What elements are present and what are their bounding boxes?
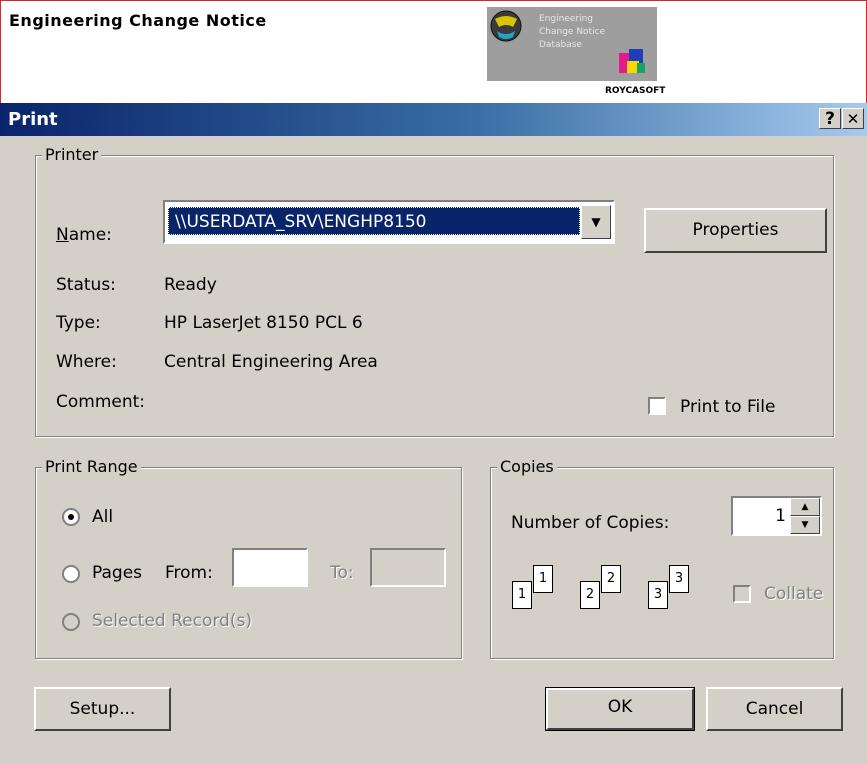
print-range-legend: Print Range: [42, 457, 141, 476]
dialog-title: Print: [8, 109, 58, 130]
printer-group: Printer: [35, 145, 834, 437]
radio-all[interactable]: [62, 508, 80, 526]
comment-label: Comment:: [56, 392, 146, 412]
copies-legend: Copies: [497, 457, 557, 476]
type-value: HP LaserJet 8150 PCL 6: [164, 313, 363, 333]
page-icon: 2: [601, 565, 621, 593]
to-label: To:: [330, 563, 354, 583]
collate-label[interactable]: Collate: [764, 584, 823, 604]
print-dialog: Print ? ✕ Printer Name: \\USERDATA_SRV\E…: [0, 103, 867, 764]
radio-selected-records[interactable]: [62, 613, 80, 631]
cancel-button[interactable]: Cancel: [706, 687, 843, 731]
app-logo: Engineering Change Notice Database: [487, 7, 657, 81]
globe-icon: [490, 10, 522, 42]
app-header: Engineering Change Notice Engineering Ch…: [0, 0, 867, 104]
page-icon: 1: [512, 581, 532, 609]
number-of-copies-label: Number of Copies:: [511, 513, 670, 533]
dialog-title-bar[interactable]: Print ? ✕: [0, 103, 867, 136]
copies-value: 1: [775, 506, 786, 526]
from-input[interactable]: [232, 548, 308, 587]
page-icon: 3: [669, 565, 689, 593]
collate-checkbox[interactable]: [733, 585, 751, 603]
from-label: From:: [165, 563, 213, 583]
radio-pages[interactable]: [62, 565, 80, 583]
radio-selected-dot: [68, 514, 74, 520]
logo-text: Engineering Change Notice Database: [539, 13, 605, 52]
name-label: Name:: [56, 225, 112, 245]
cancel-label: Cancel: [745, 699, 804, 719]
logo-line-1: Engineering: [539, 14, 593, 24]
to-input[interactable]: [370, 548, 446, 587]
name-label-rest: ame:: [68, 225, 112, 245]
radio-pages-label[interactable]: Pages: [92, 563, 142, 583]
close-icon: ✕: [846, 110, 860, 128]
close-button[interactable]: ✕: [842, 108, 864, 129]
where-value: Central Engineering Area: [164, 352, 378, 372]
dropdown-arrow-icon[interactable]: ▼: [581, 205, 611, 239]
type-label: Type:: [56, 313, 101, 333]
stepper-down-icon[interactable]: ▼: [790, 516, 820, 534]
page-icon: 3: [648, 581, 668, 609]
status-value: Ready: [164, 275, 217, 295]
properties-label: Properties: [692, 220, 779, 240]
radio-all-label[interactable]: All: [92, 507, 113, 527]
where-label: Where:: [56, 352, 117, 372]
logo-line-3: Database: [539, 40, 582, 50]
copies-stepper[interactable]: 1 ▲ ▼: [731, 496, 822, 536]
print-to-file-label[interactable]: Print to File: [680, 397, 775, 417]
printer-name-value: \\USERDATA_SRV\ENGHP8150: [168, 207, 580, 235]
properties-button[interactable]: Properties: [644, 208, 827, 253]
print-to-file-checkbox[interactable]: [648, 397, 666, 415]
cube-icon: [619, 49, 645, 73]
ok-button-bevel: [546, 688, 694, 730]
page-icon: 2: [580, 581, 600, 609]
brand-label: ROYCASOFT: [605, 86, 666, 96]
setup-label: Setup...: [69, 699, 136, 719]
stepper-up-icon[interactable]: ▲: [790, 498, 820, 516]
ok-button[interactable]: OK: [545, 687, 695, 731]
printer-legend: Printer: [42, 145, 102, 164]
app-title: Engineering Change Notice: [9, 11, 267, 30]
setup-button[interactable]: Setup...: [34, 687, 171, 731]
radio-selected-records-label[interactable]: Selected Record(s): [92, 611, 252, 631]
printer-name-select[interactable]: \\USERDATA_SRV\ENGHP8150 ▼: [163, 200, 615, 244]
help-button[interactable]: ?: [819, 108, 841, 129]
page-icon: 1: [533, 565, 553, 593]
status-label: Status:: [56, 275, 116, 295]
logo-line-2: Change Notice: [539, 27, 606, 37]
